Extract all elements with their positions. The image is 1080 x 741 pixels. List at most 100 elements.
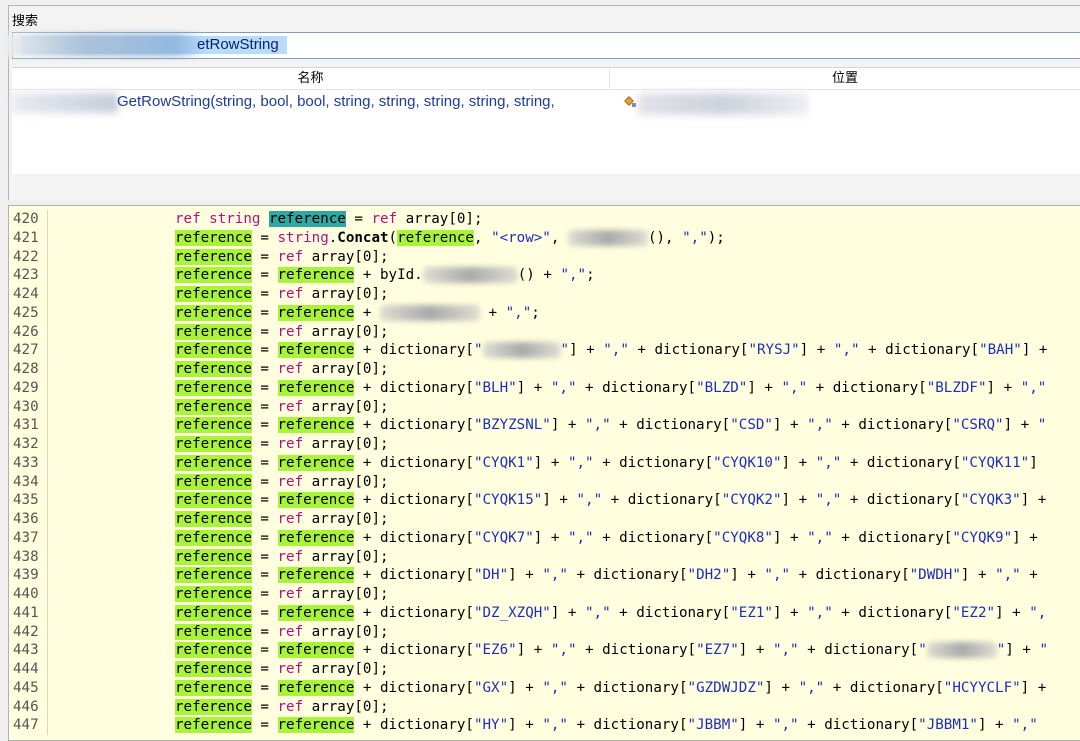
code-line[interactable]: 421 reference = string.Concat(reference, …	[9, 228, 1080, 248]
code-token: ] +	[747, 379, 782, 396]
code-line[interactable]: 444 reference = ref array[0];	[9, 660, 1080, 679]
code-token: + dictionary[	[602, 492, 722, 509]
code-token: + dictionary[	[798, 717, 919, 734]
code-token: + dictionary[	[354, 604, 474, 621]
line-number: 425	[13, 304, 39, 321]
code-text: ref string reference = ref array[0];	[175, 210, 483, 229]
code-line[interactable]: 445 reference = reference + dictionary["G…	[9, 678, 1080, 698]
code-line[interactable]: 429 reference = reference + dictionary["B…	[9, 378, 1080, 398]
code-token: ","	[772, 642, 799, 659]
highlighted-reference: reference	[175, 473, 252, 490]
highlighted-reference: reference	[175, 323, 252, 340]
code-token: + dictionary[	[576, 642, 697, 659]
code-token: ","	[807, 604, 833, 621]
code-token: ] +	[995, 604, 1030, 621]
code-line[interactable]: 422 reference = ref array[0];	[9, 247, 1080, 267]
code-token: =	[251, 267, 278, 284]
code-line[interactable]: 437 reference = reference + dictionary["C…	[9, 528, 1080, 548]
code-token: =	[251, 323, 278, 340]
code-token: ref	[277, 473, 304, 490]
line-number: 439	[13, 567, 39, 584]
code-token: (),	[647, 229, 683, 246]
highlighted-reference: reference	[277, 567, 355, 584]
code-line[interactable]: 442 reference = ref array[0];	[9, 622, 1080, 642]
line-number: 427	[13, 342, 39, 359]
code-line[interactable]: 428 reference = ref array[0];	[9, 360, 1080, 379]
highlighted-reference: reference	[175, 248, 252, 265]
code-line[interactable]: 441 reference = reference + dictionary["D…	[9, 603, 1080, 623]
line-number: 428	[13, 361, 39, 377]
search-input-text: etRowString	[197, 36, 279, 53]
highlighted-reference: reference	[268, 211, 346, 227]
code-token: ","	[772, 717, 799, 734]
code-line[interactable]: 438 reference = ref array[0];	[9, 547, 1080, 567]
code-token: ] +	[516, 379, 551, 396]
code-line[interactable]: 435 reference = reference + dictionary["C…	[9, 491, 1080, 510]
gutter-separator	[47, 416, 48, 435]
code-token: + dictionary[	[354, 642, 474, 659]
code-token: ] +	[764, 679, 799, 696]
code-token: =	[251, 229, 278, 246]
code-line[interactable]: 434 reference = ref array[0];	[9, 472, 1080, 492]
code-line[interactable]: 420 ref string reference = ref array[0];	[9, 210, 1080, 229]
code-token: "DH"	[473, 567, 509, 584]
code-token: +	[1020, 567, 1038, 584]
code-line[interactable]: 427 reference = reference + dictionary[" "…	[9, 341, 1080, 360]
code-token: + dictionary[	[354, 492, 474, 509]
code-line[interactable]: 443 reference = reference + dictionary["E…	[9, 641, 1080, 660]
code-editor[interactable]: 420 ref string reference = ref array[0]; 4…	[8, 205, 1080, 741]
code-token: + dictionary[	[610, 417, 731, 434]
code-token: "CYQK15"	[473, 492, 543, 509]
code-line[interactable]: 433 reference = reference + dictionary["C…	[9, 453, 1080, 473]
line-number: 429	[13, 379, 39, 396]
code-token: ","	[815, 454, 842, 471]
gutter-separator	[47, 472, 48, 492]
code-line[interactable]: 447 reference = reference + dictionary["H…	[9, 716, 1080, 735]
class-member-icon	[624, 96, 636, 107]
code-line[interactable]: 446 reference = ref array[0];	[9, 697, 1080, 717]
highlighted-reference: reference	[175, 398, 252, 415]
code-token: + dictionary[	[832, 417, 953, 434]
code-line[interactable]: 439 reference = reference + dictionary["D…	[9, 566, 1080, 585]
code-token: "EZ6"	[473, 642, 517, 659]
code-token: =	[251, 342, 278, 359]
gutter-separator	[47, 660, 48, 679]
code-token: ","	[995, 567, 1021, 584]
code-line[interactable]: 440 reference = ref array[0];	[9, 585, 1080, 604]
code-token: "CYQK9"	[952, 529, 1013, 546]
code-text: reference = reference + byId. () + ",";	[175, 266, 595, 285]
highlighted-reference: reference	[277, 454, 355, 471]
code-line[interactable]: 425 reference = reference + + ",";	[9, 303, 1080, 323]
code-token: =	[251, 417, 278, 434]
line-number: 437	[13, 529, 39, 546]
code-line[interactable]: 424 reference = ref array[0];	[9, 285, 1080, 304]
redacted-token	[482, 342, 561, 359]
result-row[interactable]: GetRowString(string, bool, bool, string,…	[12, 91, 1080, 115]
code-token: ","	[576, 492, 603, 509]
redacted-prefix	[12, 93, 118, 113]
gutter-separator	[47, 247, 48, 267]
code-token: ] +	[550, 604, 586, 621]
code-token: "CYQK7"	[473, 529, 534, 546]
code-token: =	[251, 661, 278, 677]
search-input[interactable]: etRowString	[1, 32, 1080, 59]
code-token: ","	[682, 229, 708, 246]
code-token: + dictionary[	[567, 717, 688, 734]
code-token: array[0];	[303, 473, 389, 490]
column-header-name[interactable]: 名称	[12, 68, 610, 90]
code-token: =	[251, 473, 278, 490]
code-line[interactable]: 436 reference = ref array[0];	[9, 510, 1080, 529]
code-line[interactable]: 426 reference = ref array[0];	[9, 322, 1080, 342]
code-line[interactable]: 431 reference = reference + dictionary["B…	[9, 416, 1080, 435]
column-header-location[interactable]: 位置	[610, 68, 1080, 90]
code-token: ","	[542, 567, 568, 584]
code-text: reference = ref array[0];	[175, 510, 389, 529]
code-token: ;	[586, 267, 595, 284]
code-token: + dictionary[	[807, 379, 927, 396]
code-line[interactable]: 432 reference = ref array[0];	[9, 435, 1080, 454]
code-line[interactable]: 423 reference = reference + byId. () + ","…	[9, 266, 1080, 285]
code-token: .	[328, 229, 338, 246]
code-line[interactable]: 430 reference = ref array[0];	[9, 397, 1080, 417]
line-number: 441	[13, 604, 39, 621]
result-name: GetRowString(string, bool, bool, string,…	[117, 93, 555, 110]
